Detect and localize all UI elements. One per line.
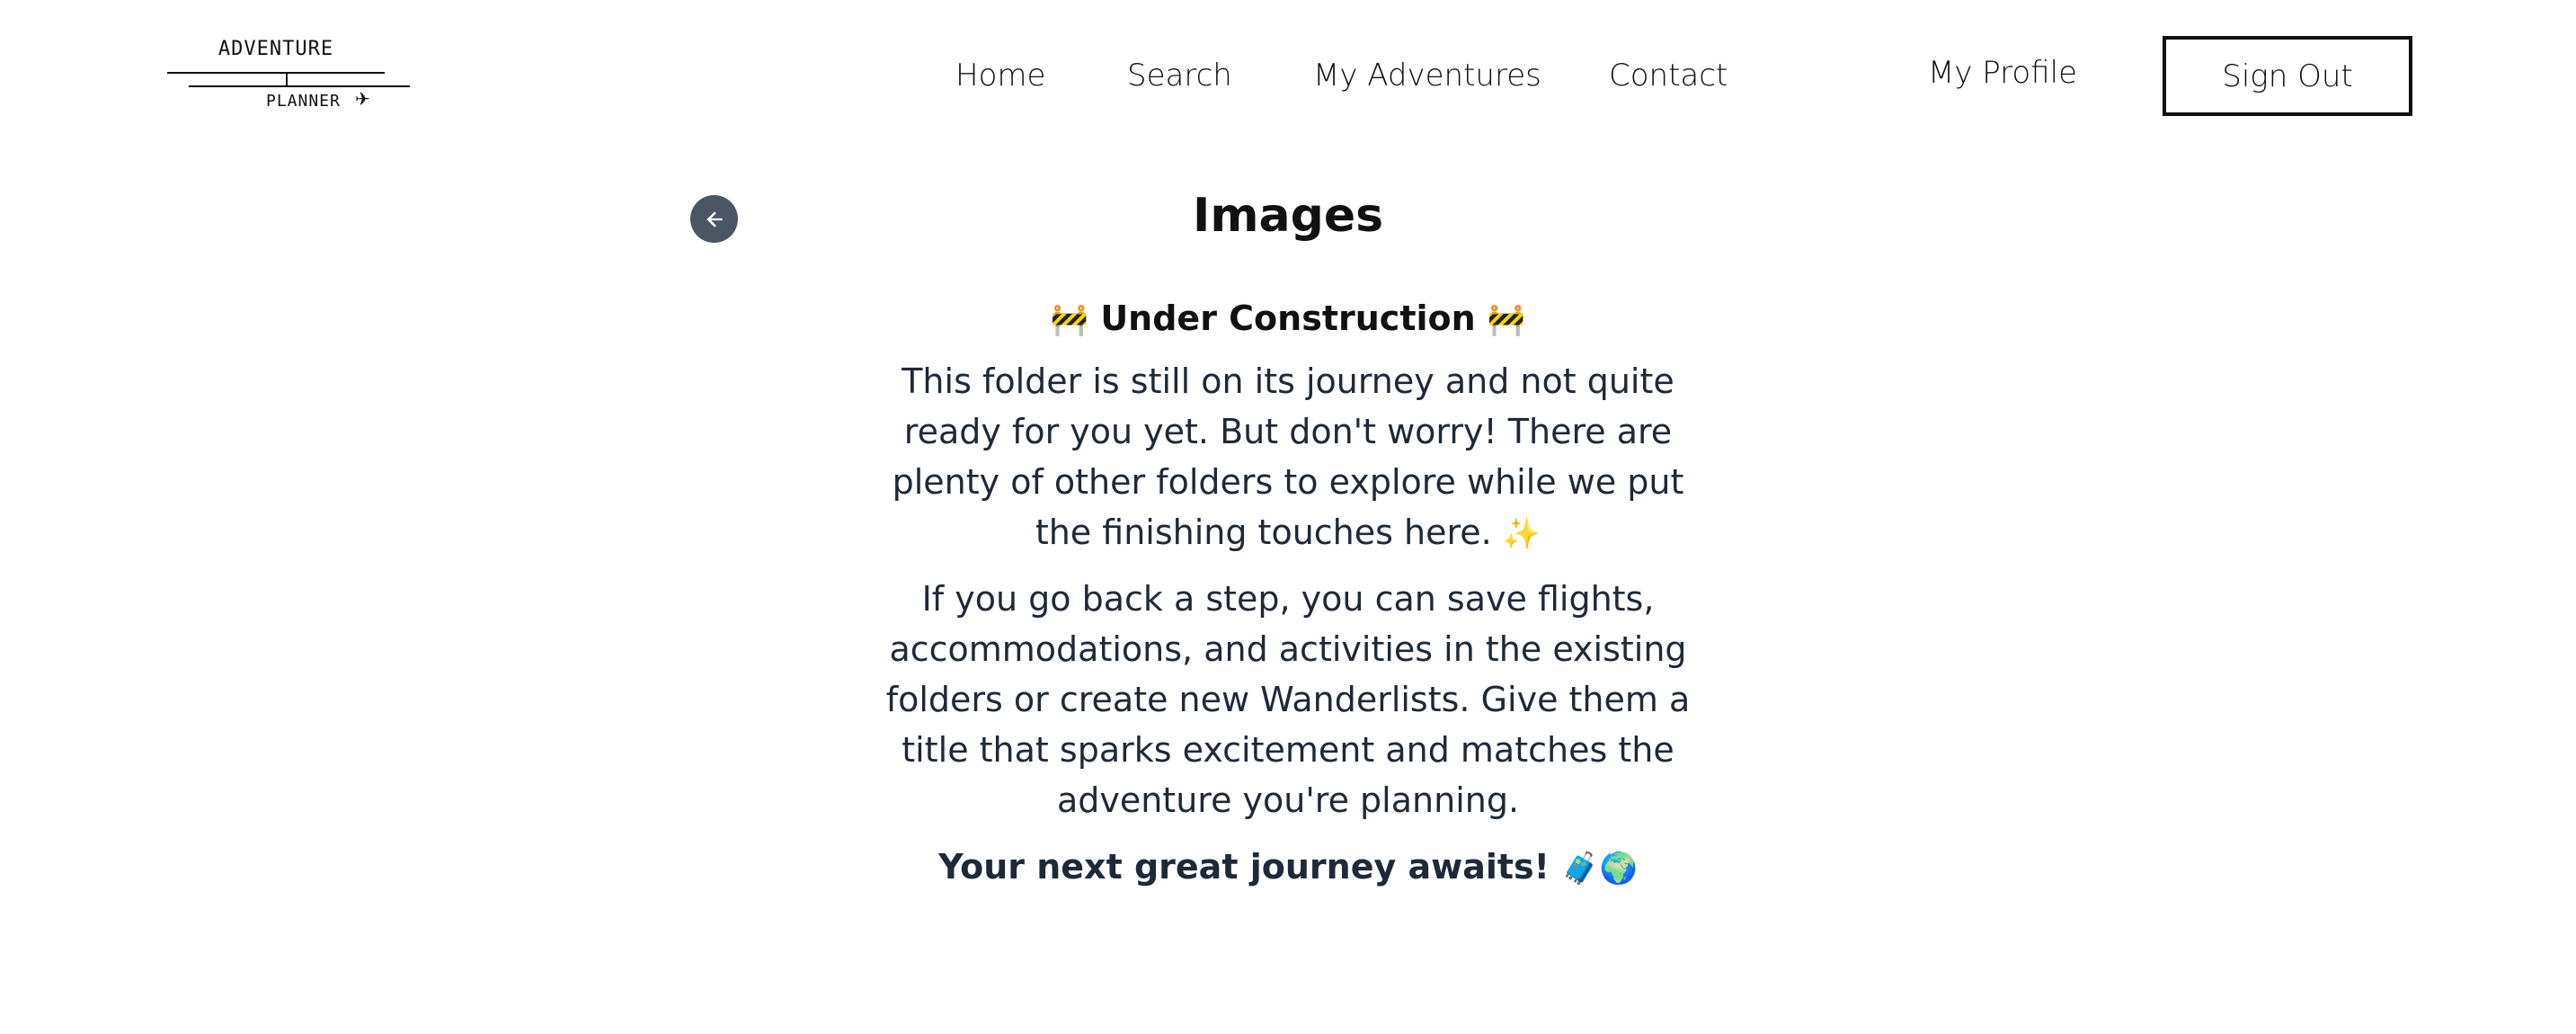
under-construction-heading: 🚧 Under Construction 🚧	[884, 290, 1692, 349]
under-construction-message: 🚧 Under Construction 🚧 This folder is st…	[884, 290, 1692, 894]
logo-top-text: ADVENTURE	[218, 38, 334, 60]
nav-my-adventures-link[interactable]: My Adventures	[1313, 58, 1541, 94]
adventure-planner-logo[interactable]: ADVENTURE PLANNER ✈	[167, 38, 410, 119]
page-title: Images	[1192, 189, 1384, 243]
under-construction-title: Under Construction	[1100, 299, 1476, 338]
luggage-globe-icon: 🧳🌍	[1561, 851, 1638, 887]
sign-out-button[interactable]: Sign Out	[2163, 36, 2412, 116]
nav-home-link[interactable]: Home	[955, 58, 1045, 94]
airplane-icon: ✈	[355, 88, 370, 110]
logo-line	[167, 72, 385, 74]
construction-icon: 🚧	[1487, 302, 1526, 338]
info-paragraph-text: This folder is still on its journey and …	[892, 361, 1684, 552]
logo-bottom-text: PLANNER	[266, 92, 341, 111]
nav-search-link[interactable]: Search	[1127, 58, 1232, 94]
nav-contact-link[interactable]: Contact	[1609, 58, 1728, 94]
logo-tick	[286, 73, 288, 86]
info-paragraph: This folder is still on its journey and …	[884, 356, 1692, 559]
closing-message: Your next great journey awaits! 🧳🌍	[884, 842, 1692, 894]
instructions-paragraph: If you go back a step, you can save flig…	[885, 579, 1691, 820]
construction-icon: 🚧	[1050, 302, 1089, 338]
nav-my-profile-link[interactable]: My Profile	[1928, 55, 2077, 91]
logo-line	[189, 85, 410, 87]
closing-text: Your next great journey awaits!	[938, 847, 1550, 887]
top-navigation-bar: ADVENTURE PLANNER ✈ Home Search My Adven…	[0, 0, 2576, 144]
sparkles-icon: ✨	[1502, 516, 1541, 552]
